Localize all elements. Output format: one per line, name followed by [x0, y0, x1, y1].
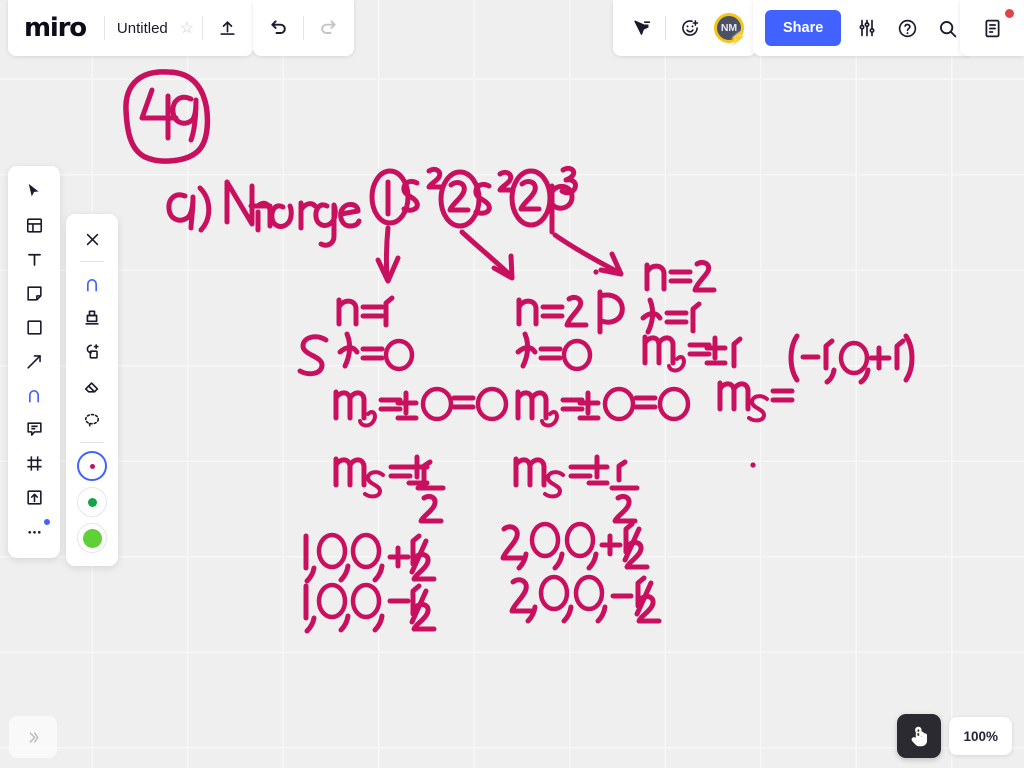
ink-part-label — [166, 179, 362, 248]
close-x-icon[interactable] — [73, 222, 111, 256]
pen-tool-eraser[interactable] — [73, 369, 111, 403]
sidebar-item-templates[interactable] — [15, 208, 53, 242]
sidebar-item-upload[interactable] — [15, 480, 53, 514]
redo-icon[interactable] — [308, 8, 348, 48]
ink-electron-configuration — [369, 165, 578, 235]
divider — [665, 16, 666, 40]
miro-board-app: miro Untitled ☆ NM ⚡ Share 100% — [0, 0, 1024, 768]
divider — [303, 16, 304, 40]
sliders-icon[interactable] — [847, 8, 887, 48]
sidebar-item-text[interactable] — [15, 242, 53, 276]
pen-tool-smart-drawing[interactable] — [73, 335, 111, 369]
left-toolbar — [8, 166, 60, 558]
handwritten-ink-layer — [123, 69, 915, 634]
stroke-size-medium-swatch[interactable] — [77, 487, 107, 517]
divider — [103, 16, 105, 40]
pen-tool-pen[interactable] — [73, 267, 111, 301]
pen-toolbar — [66, 214, 118, 566]
divider — [80, 442, 104, 443]
stroke-size-large-swatch[interactable] — [77, 523, 107, 553]
cursor-pointer-share-icon[interactable] — [621, 8, 661, 48]
ink-quantum-tuples-2s — [500, 521, 662, 624]
lightning-bolt-icon: ⚡ — [729, 30, 746, 45]
zoom-level-label[interactable]: 100% — [949, 717, 1012, 755]
divider — [80, 261, 104, 262]
question-circle-icon[interactable] — [887, 8, 927, 48]
sidebar-item-more[interactable] — [15, 514, 53, 548]
ink-arrows — [375, 225, 624, 284]
pen-tool-lasso-select[interactable] — [73, 403, 111, 437]
share-button[interactable]: Share — [765, 10, 842, 46]
topbar-left-group: miro Untitled ☆ — [8, 0, 254, 56]
sidebar-item-select-cursor[interactable] — [15, 174, 53, 208]
pen-tool-highlighter[interactable] — [73, 301, 111, 335]
sidebar-item-comment[interactable] — [15, 412, 53, 446]
swatch-dot — [87, 497, 97, 507]
zoom-controls: 100% — [897, 714, 1012, 758]
new-feature-dot — [44, 519, 50, 525]
ink-problem-number — [123, 69, 211, 164]
topbar-history-group — [253, 0, 354, 56]
swatch-dot — [89, 463, 95, 469]
topbar-actions-group: Share — [753, 0, 974, 56]
collapse-panel-button[interactable] — [9, 716, 57, 758]
document-title[interactable]: Untitled — [109, 20, 176, 37]
sidebar-item-shapes[interactable] — [15, 310, 53, 344]
favorite-star-icon[interactable]: ☆ — [176, 18, 198, 38]
upload-icon[interactable] — [207, 8, 247, 48]
ink-column-1s — [297, 295, 509, 524]
sidebar-item-frame[interactable] — [15, 446, 53, 480]
ink-quantum-tuples-1s — [303, 532, 437, 634]
avatar-circle[interactable]: NM ⚡ — [714, 13, 746, 45]
stroke-size-small-swatch[interactable] — [77, 451, 107, 481]
divider — [202, 16, 204, 40]
sidebar-item-connector[interactable] — [15, 344, 53, 378]
hand-touch-icon[interactable] — [897, 714, 942, 758]
swatch-dot — [82, 528, 102, 548]
topbar-notes-group — [960, 0, 1024, 56]
topbar-collab-group: NM ⚡ — [613, 0, 756, 56]
document-notes-icon[interactable] — [972, 8, 1012, 48]
whiteboard-canvas[interactable] — [0, 0, 1024, 768]
undo-icon[interactable] — [259, 8, 299, 48]
sidebar-item-pen[interactable] — [15, 378, 53, 412]
add-reaction-icon[interactable] — [670, 8, 710, 48]
ink-column-2s — [513, 294, 691, 524]
miro-logo[interactable]: miro — [8, 15, 100, 41]
ink-column-2p — [597, 259, 915, 423]
sidebar-item-sticky-note[interactable] — [15, 276, 53, 310]
avatar[interactable]: NM ⚡ — [710, 8, 748, 48]
